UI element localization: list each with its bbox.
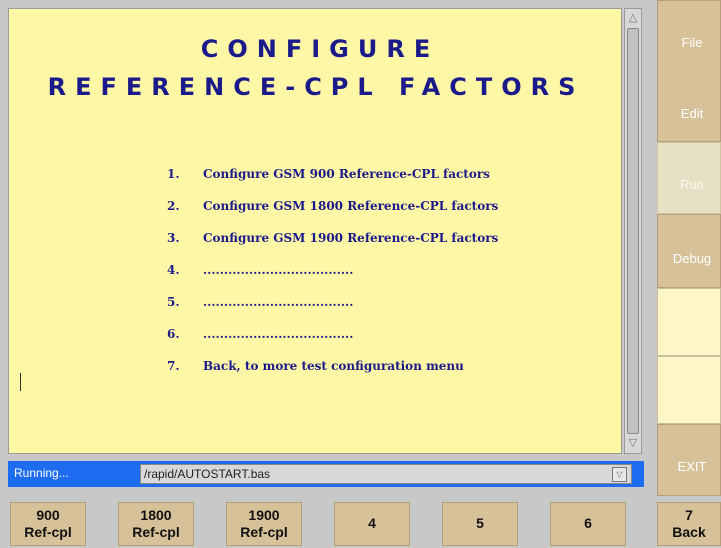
- softkey-6[interactable]: 6: [550, 502, 626, 546]
- sidebar-blank-1: [657, 288, 721, 356]
- menu-item-number: 4.: [167, 263, 180, 277]
- main-screen: CONFIGURE REFERENCE-CPL FACTORS 1. Config…: [8, 8, 622, 454]
- program-path-value: /rapid/AUTOSTART.bas: [144, 467, 271, 481]
- run-button-label: Run: [680, 177, 704, 192]
- menu-item-7[interactable]: 7. Back, to more test configuration menu: [167, 359, 498, 391]
- softkey-line1: 6: [584, 515, 592, 531]
- menu-item-number: 7.: [167, 359, 180, 373]
- menu-item-label: ....................................: [203, 295, 354, 309]
- status-bar: Running... /rapid/AUTOSTART.bas ▽: [8, 461, 644, 487]
- softkey-line1: 5: [476, 515, 484, 531]
- softkey-line1: 1800: [140, 507, 172, 523]
- softkey-line1: 4: [368, 515, 376, 531]
- text-cursor: [20, 373, 21, 391]
- menu-item-label: ....................................: [203, 327, 354, 341]
- vertical-scrollbar[interactable]: △ ▽: [624, 8, 642, 454]
- softkey-5[interactable]: 5: [442, 502, 518, 546]
- softkey-1800-ref-cpl[interactable]: 1800 Ref-cpl: [118, 502, 194, 546]
- triangle-down-icon[interactable]: ▽: [612, 467, 627, 482]
- menu-item-label: Configure GSM 900 Reference-CPL factors: [203, 167, 490, 181]
- debug-button-label: Debug: [672, 251, 712, 266]
- menu-list: 1. Configure GSM 900 Reference-CPL factor…: [167, 167, 498, 391]
- menu-item-number: 5.: [167, 295, 180, 309]
- softkey-line1: 7: [685, 507, 693, 523]
- softkey-1900-ref-cpl[interactable]: 1900 Ref-cpl: [226, 502, 302, 546]
- softkey-line1: 900: [36, 507, 60, 523]
- menu-item-label: ....................................: [203, 263, 354, 277]
- menu-item-number: 6.: [167, 327, 180, 341]
- menu-item-6[interactable]: 6.....................................: [167, 327, 498, 359]
- status-label: Running...: [14, 466, 69, 480]
- triangle-up-icon[interactable]: △: [626, 10, 640, 27]
- page-title-line1: CONFIGURE: [200, 35, 440, 63]
- softkey-line2: Ref-cpl: [240, 524, 288, 540]
- menu-item-1[interactable]: 1. Configure GSM 900 Reference-CPL factor…: [167, 167, 498, 199]
- menu-item-number: 3.: [167, 231, 180, 245]
- menu-item-5[interactable]: 5.....................................: [167, 295, 498, 327]
- sidebar-blank-2: [657, 356, 721, 424]
- exit-button-label: EXIT: [677, 459, 707, 474]
- menu-item-label: Configure GSM 1900 Reference-CPL factors: [203, 231, 499, 245]
- page-title-line2: REFERENCE-CPL FACTORS: [47, 73, 585, 101]
- file-button-label: File: [681, 35, 703, 50]
- menu-item-2[interactable]: 2. Configure GSM 1800 Reference-CPL facto…: [167, 199, 498, 231]
- menu-item-4[interactable]: 4.....................................: [167, 263, 498, 295]
- menu-item-number: 1.: [167, 167, 180, 181]
- menu-item-label: Configure GSM 1800 Reference-CPL factors: [203, 199, 499, 213]
- run-button[interactable]: Run: [657, 142, 721, 214]
- edit-button[interactable]: Edit: [657, 72, 721, 142]
- edit-button-label: Edit: [680, 106, 704, 121]
- softkey-line1: 1900: [248, 507, 280, 523]
- scrollbar-thumb[interactable]: [627, 28, 639, 434]
- debug-button[interactable]: Debug: [657, 214, 721, 288]
- program-path-field[interactable]: /rapid/AUTOSTART.bas ▽: [140, 464, 632, 484]
- softkey-4[interactable]: 4: [334, 502, 410, 546]
- menu-item-number: 2.: [167, 199, 180, 213]
- softkey-line2: Ref-cpl: [132, 524, 180, 540]
- softkey-line2: Ref-cpl: [24, 524, 72, 540]
- menu-item-label: Back, to more test configuration menu: [203, 359, 464, 373]
- softkey-900-ref-cpl[interactable]: 900 Ref-cpl: [10, 502, 86, 546]
- softkey-line2: Back: [672, 524, 706, 540]
- menu-item-3[interactable]: 3. Configure GSM 1900 Reference-CPL facto…: [167, 231, 498, 263]
- softkey-7-back[interactable]: 7 Back: [657, 502, 721, 546]
- exit-button[interactable]: EXIT: [657, 424, 721, 496]
- triangle-down-icon[interactable]: ▽: [626, 435, 640, 452]
